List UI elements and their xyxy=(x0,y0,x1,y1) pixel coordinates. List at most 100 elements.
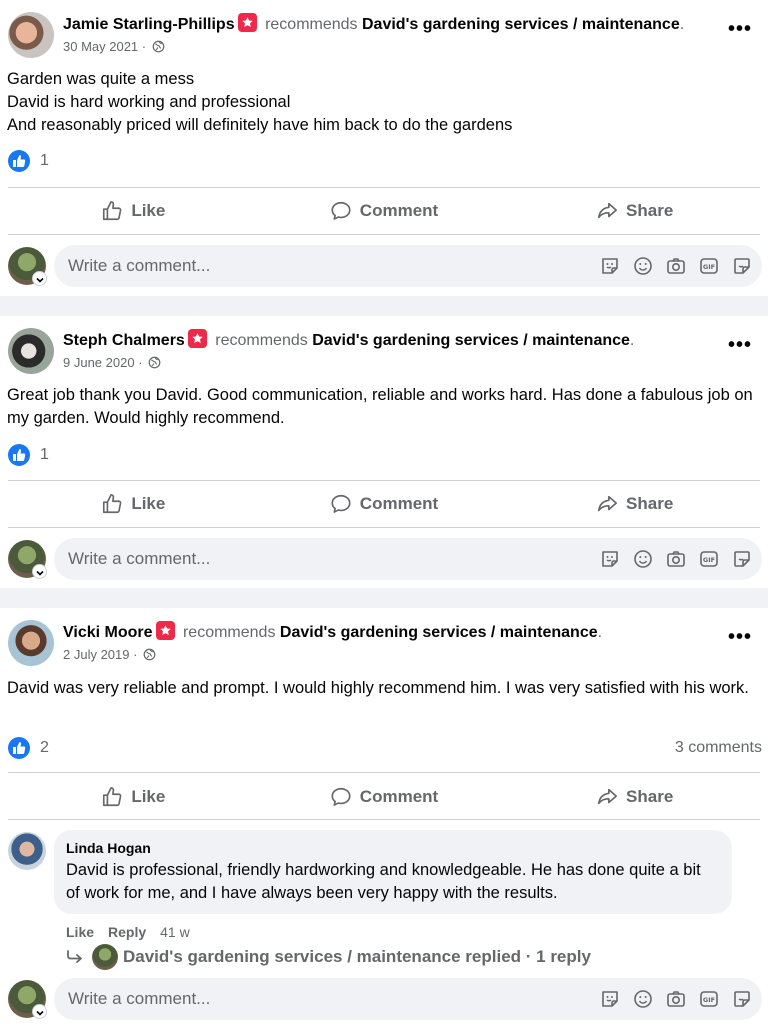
globe-icon xyxy=(143,648,156,661)
gif-icon[interactable] xyxy=(699,256,719,276)
comment-label: Comment xyxy=(359,201,439,220)
more-options-button[interactable]: ••• xyxy=(728,335,752,355)
avatar-sticker-icon[interactable] xyxy=(600,989,620,1009)
post-date[interactable]: 9 June 2020 xyxy=(63,355,135,370)
reply-arrow-icon xyxy=(66,950,84,964)
emoji-icon[interactable] xyxy=(633,989,653,1009)
comment-author[interactable]: Linda Hogan xyxy=(66,840,151,856)
comment-input[interactable] xyxy=(68,245,568,287)
globe-icon xyxy=(152,40,165,53)
composer-tools xyxy=(600,989,752,1009)
avatar[interactable] xyxy=(8,620,54,666)
post-header: Jamie Starling-Phillips recommends David… xyxy=(8,12,760,62)
view-replies-link[interactable]: David's gardening services / maintenance… xyxy=(66,944,591,974)
comment-composer xyxy=(8,538,762,580)
avatar[interactable] xyxy=(8,328,54,374)
like-label: Like xyxy=(131,201,166,220)
page-link[interactable]: David's gardening services / maintenance xyxy=(312,332,630,349)
page-link[interactable]: David's gardening services / maintenance xyxy=(280,624,598,641)
author-name[interactable]: Steph Chalmers xyxy=(63,332,185,349)
post-body-line: David was very reliable and prompt. I wo… xyxy=(7,679,749,697)
recommends-text: recommends xyxy=(182,624,276,641)
share-button[interactable]: Share xyxy=(509,775,760,819)
recommends-text: recommends xyxy=(215,332,308,349)
like-reaction-icon[interactable] xyxy=(8,444,30,466)
author-name[interactable]: Vicki Moore xyxy=(63,624,153,641)
comment-button[interactable]: Comment xyxy=(259,189,510,233)
date-separator: · xyxy=(134,355,147,370)
sticker-icon[interactable] xyxy=(732,256,752,276)
like-icon xyxy=(101,786,123,808)
gif-icon[interactable] xyxy=(699,989,719,1009)
camera-icon[interactable] xyxy=(666,256,686,276)
composer-tools xyxy=(600,549,752,569)
page-link[interactable]: David's gardening services / maintenance xyxy=(362,16,680,33)
camera-icon[interactable] xyxy=(666,549,686,569)
post-date[interactable]: 2 July 2019 xyxy=(63,647,130,662)
comment-composer xyxy=(8,245,762,287)
divider xyxy=(8,772,760,773)
like-reaction-icon[interactable] xyxy=(8,150,30,172)
reaction-count[interactable]: 1 xyxy=(40,446,49,464)
divider xyxy=(8,527,760,528)
post-date[interactable]: 30 May 2021 xyxy=(63,39,138,54)
emoji-icon[interactable] xyxy=(633,256,653,276)
comment-button[interactable]: Comment xyxy=(259,775,510,819)
post-card: Steph Chalmers recommends David's garden… xyxy=(0,316,768,588)
like-button[interactable]: Like xyxy=(8,482,259,526)
comment-button[interactable]: Comment xyxy=(259,482,510,526)
like-reaction-icon[interactable] xyxy=(8,737,30,759)
share-button[interactable]: Share xyxy=(509,482,760,526)
globe-icon xyxy=(148,356,161,369)
author-name[interactable]: Jamie Starling-Phillips xyxy=(63,16,235,33)
recommends-text: recommends xyxy=(265,16,358,33)
comment-age[interactable]: 41 w xyxy=(160,924,190,940)
chevron-down-icon[interactable] xyxy=(32,271,47,286)
post-body: David was very reliable and prompt. I wo… xyxy=(7,677,754,700)
sticker-icon[interactable] xyxy=(732,989,752,1009)
like-button[interactable]: Like xyxy=(8,775,259,819)
recommendation-star-icon xyxy=(237,13,257,32)
comment-label: Comment xyxy=(359,494,439,513)
comment-input[interactable] xyxy=(68,538,568,580)
comment-actions: Like Reply 41 w xyxy=(66,924,190,940)
gif-icon[interactable] xyxy=(699,549,719,569)
emoji-icon[interactable] xyxy=(633,549,653,569)
avatar xyxy=(92,944,118,970)
comment-reply-link[interactable]: Reply xyxy=(108,924,146,940)
comment-bubble: Linda Hogan David is professional, frien… xyxy=(54,830,732,914)
avatar[interactable] xyxy=(8,832,46,870)
sentence-end: . xyxy=(597,624,603,641)
post-actions: Like Comment Share xyxy=(8,482,760,526)
divider xyxy=(8,234,760,235)
reaction-count[interactable]: 1 xyxy=(40,152,49,170)
comment-input-box xyxy=(54,978,762,1020)
post-meta: Vicki Moore recommends David's gardening… xyxy=(63,621,700,664)
chevron-down-icon[interactable] xyxy=(32,1004,47,1019)
comment-label: Comment xyxy=(359,787,439,806)
post-header: Vicki Moore recommends David's gardening… xyxy=(8,620,760,670)
sticker-icon[interactable] xyxy=(732,549,752,569)
like-icon xyxy=(101,493,123,515)
comment-like-link[interactable]: Like xyxy=(66,924,94,940)
comment-count-link[interactable]: 3 comments xyxy=(675,739,762,757)
post-body-line: Great job thank you David. Good communic… xyxy=(7,386,753,427)
camera-icon[interactable] xyxy=(666,989,686,1009)
chevron-down-icon[interactable] xyxy=(32,564,47,579)
more-options-button[interactable]: ••• xyxy=(728,627,752,647)
divider xyxy=(8,480,760,481)
divider xyxy=(8,819,760,820)
like-button[interactable]: Like xyxy=(8,189,259,233)
comment-input-box xyxy=(54,538,762,580)
like-icon xyxy=(101,200,123,222)
share-button[interactable]: Share xyxy=(509,189,760,233)
more-options-button[interactable]: ••• xyxy=(728,19,752,39)
comment-icon xyxy=(330,786,352,808)
comment-input[interactable] xyxy=(68,978,568,1020)
reaction-count[interactable]: 2 xyxy=(40,739,49,757)
avatar-sticker-icon[interactable] xyxy=(600,549,620,569)
avatar-sticker-icon[interactable] xyxy=(600,256,620,276)
avatar[interactable] xyxy=(8,12,54,58)
recommendation-star-icon xyxy=(187,329,207,348)
recommendation-star-icon xyxy=(155,621,175,640)
